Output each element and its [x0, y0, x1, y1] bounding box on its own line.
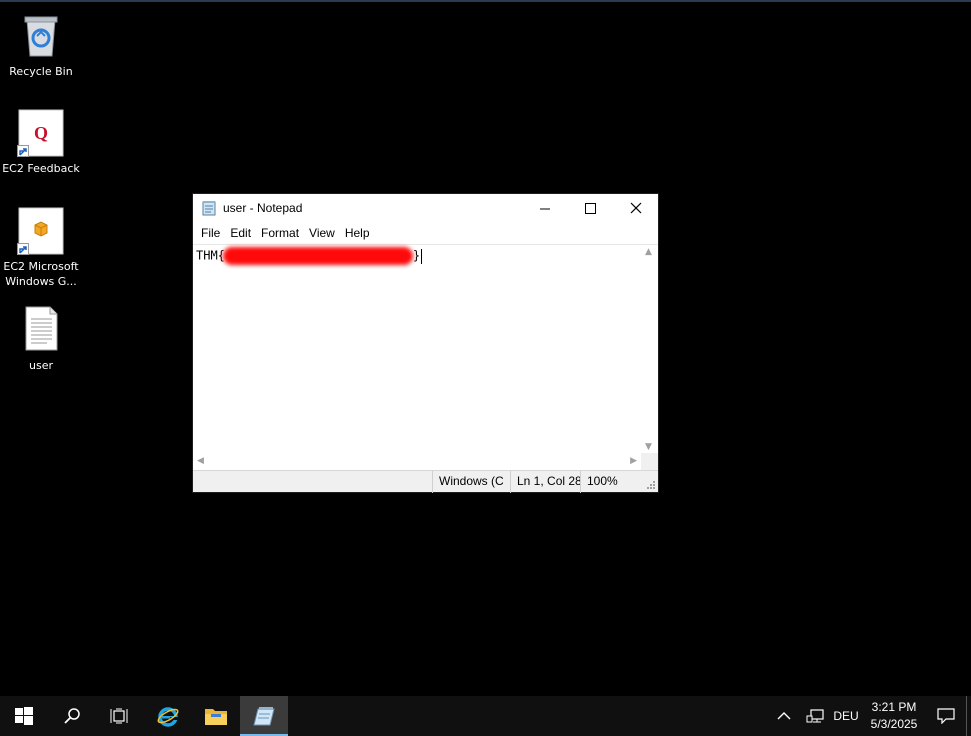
notepad-window[interactable]: user - Notepad File Edit Format View Hel… — [192, 193, 659, 493]
scroll-corner — [641, 453, 658, 470]
network-button[interactable] — [800, 696, 830, 736]
desktop-icon-user-file[interactable]: user — [1, 306, 81, 373]
file-explorer-icon — [205, 709, 227, 725]
maximize-icon — [585, 202, 596, 214]
minimize-icon — [540, 208, 550, 209]
redaction-mark — [222, 247, 413, 265]
editor-content: THM{} — [196, 247, 423, 265]
menu-edit[interactable]: Edit — [225, 223, 256, 243]
internet-explorer-icon — [157, 707, 179, 727]
notepad-icon — [201, 200, 217, 216]
status-zoom: 100% — [580, 471, 640, 493]
clock[interactable]: 3:21 PM 5/3/2025 — [862, 696, 926, 736]
horizontal-scrollbar[interactable]: ◀ ▶ — [193, 453, 641, 470]
menu-view[interactable]: View — [304, 223, 340, 243]
search-icon — [64, 708, 80, 724]
window-titlebar[interactable]: user - Notepad — [193, 194, 658, 222]
minimize-button[interactable] — [523, 194, 568, 222]
ec2-feedback-icon: Q — [17, 109, 65, 157]
taskbar: DEU 3:21 PM 5/3/2025 — [0, 696, 971, 736]
menu-file[interactable]: File — [196, 223, 225, 243]
start-button[interactable] — [0, 696, 48, 736]
desktop-icon-label: user — [29, 359, 53, 372]
shortcut-arrow-icon — [17, 243, 29, 255]
text-editor[interactable]: THM{} ▲ ▼ ◀ ▶ — [193, 244, 658, 470]
start-icon — [15, 707, 33, 725]
status-encoding: Windows (C — [432, 471, 504, 493]
desktop-icon-recycle-bin[interactable]: Recycle Bin — [1, 12, 81, 79]
scroll-down-icon[interactable]: ▼ — [645, 442, 652, 452]
ec2-windows-guide-icon — [17, 207, 65, 255]
show-desktop-button[interactable] — [966, 696, 971, 736]
show-hidden-icons-button[interactable] — [768, 696, 800, 736]
notepad-taskbar-button[interactable] — [240, 696, 288, 736]
desktop-icon-label: EC2 Microsoft Windows G... — [3, 260, 79, 288]
desktop-icon-ec2-feedback[interactable]: Q EC2 Feedback — [1, 109, 81, 176]
desktop-icon-ec2-windows-guide[interactable]: EC2 Microsoft Windows G... — [1, 207, 81, 289]
system-tray: DEU 3:21 PM 5/3/2025 — [768, 696, 971, 736]
scroll-left-icon[interactable]: ◀ — [197, 456, 204, 466]
search-button[interactable] — [48, 696, 96, 736]
scroll-up-icon[interactable]: ▲ — [645, 247, 652, 257]
flag-prefix: THM{ — [196, 248, 225, 263]
network-icon — [806, 709, 824, 723]
vertical-scrollbar[interactable]: ▲ ▼ — [641, 245, 658, 454]
scroll-right-icon[interactable]: ▶ — [630, 456, 637, 466]
notepad-icon — [253, 707, 275, 726]
status-bar: Windows (C Ln 1, Col 28 100% — [193, 470, 658, 493]
svg-text:Q: Q — [34, 123, 48, 143]
clock-time: 3:21 PM — [871, 700, 917, 714]
notification-icon — [937, 708, 955, 724]
language-indicator[interactable]: DEU — [830, 696, 862, 736]
task-view-icon — [110, 708, 128, 724]
action-center-button[interactable] — [926, 696, 966, 736]
file-explorer-button[interactable] — [192, 696, 240, 736]
desktop-icon-label: Recycle Bin — [9, 65, 73, 78]
shortcut-arrow-icon — [17, 145, 29, 157]
internet-explorer-button[interactable] — [144, 696, 192, 736]
flag-suffix: } — [412, 248, 421, 263]
menu-format[interactable]: Format — [256, 223, 304, 243]
menu-bar: File Edit Format View Help — [193, 222, 658, 244]
clock-date: 5/3/2025 — [870, 717, 918, 731]
text-caret — [421, 248, 423, 264]
chevron-up-icon — [777, 712, 791, 720]
text-file-icon — [17, 306, 65, 354]
status-position: Ln 1, Col 28 — [510, 471, 580, 493]
task-view-button[interactable] — [96, 696, 144, 736]
desktop-icon-label: EC2 Feedback — [2, 162, 80, 175]
maximize-button[interactable] — [568, 194, 613, 222]
window-title: user - Notepad — [223, 201, 303, 215]
close-button[interactable] — [613, 194, 658, 222]
recycle-bin-icon — [17, 12, 65, 60]
close-icon — [630, 202, 641, 214]
resize-grip-icon[interactable] — [646, 480, 656, 490]
screen-top-border — [0, 0, 971, 2]
menu-help[interactable]: Help — [340, 223, 375, 243]
